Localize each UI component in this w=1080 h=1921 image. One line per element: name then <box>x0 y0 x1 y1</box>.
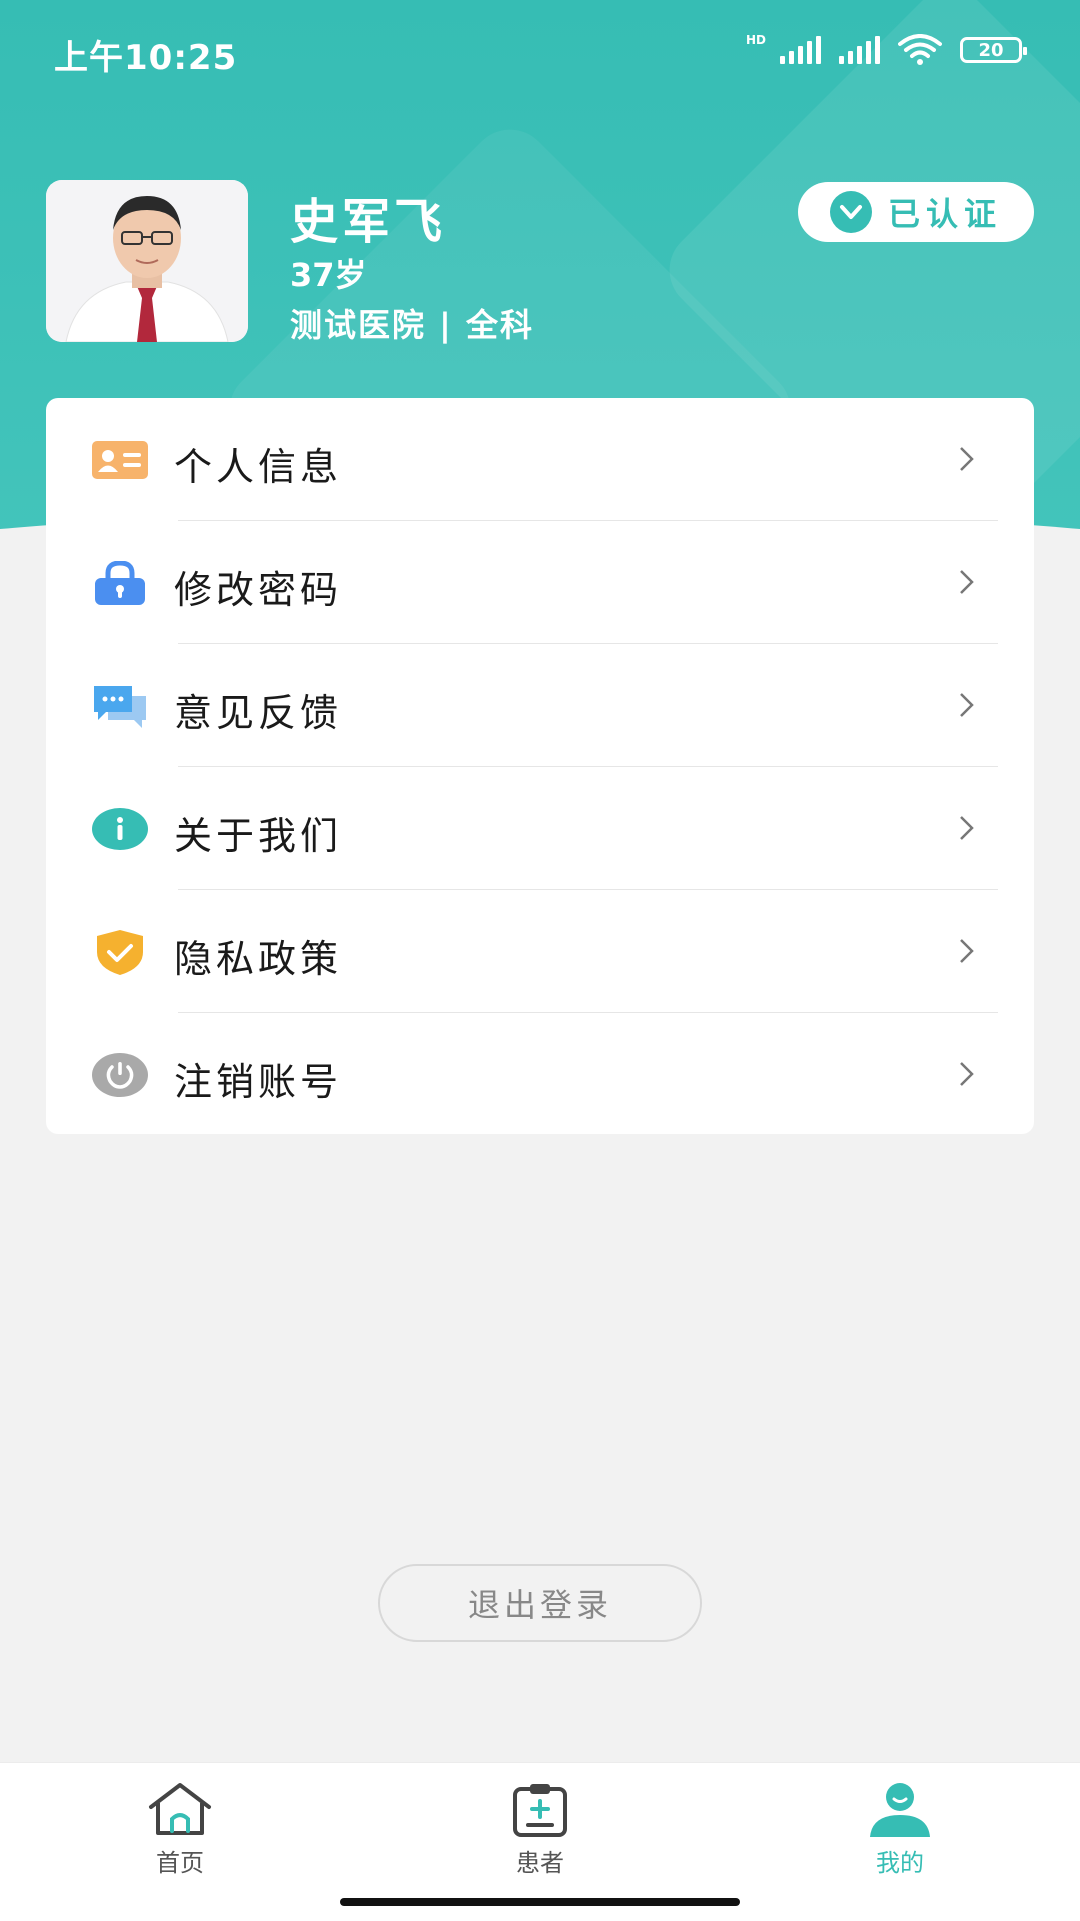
cellular-signal-icon <box>780 36 821 64</box>
logout-button[interactable]: 退出登录 <box>378 1564 702 1642</box>
chevron-right-icon <box>960 816 974 840</box>
menu-item-label: 意见反馈 <box>174 691 343 735</box>
menu-item-personal-info[interactable]: 个人信息 <box>46 398 1034 521</box>
settings-menu: 个人信息 修改密码 意见反馈 关于我们 隐私政策 注销账号 <box>46 398 1034 1134</box>
menu-item-label: 隐私政策 <box>174 937 343 981</box>
tab-mine[interactable]: 我的 <box>830 1781 970 1881</box>
shield-check-icon <box>92 928 148 976</box>
status-bar: 上午10:25 HD 20 <box>0 0 1080 104</box>
clipboard-plus-icon <box>505 1781 575 1837</box>
tab-label: 患者 <box>516 1849 564 1877</box>
home-indicator[interactable] <box>340 1898 740 1906</box>
avatar-photo <box>46 180 248 342</box>
menu-item-label: 修改密码 <box>174 568 343 612</box>
lock-icon <box>92 559 148 607</box>
status-time: 上午10:25 <box>54 38 238 78</box>
doctor-name: 史军飞 <box>290 194 447 250</box>
chevron-right-icon <box>960 939 974 963</box>
status-icons: HD 20 <box>745 33 1027 66</box>
tab-label: 我的 <box>876 1849 924 1877</box>
home-icon <box>145 1781 215 1837</box>
chevron-right-icon <box>960 447 974 471</box>
id-card-icon <box>92 436 148 484</box>
menu-item-delete-account[interactable]: 注销账号 <box>46 1013 1034 1136</box>
user-icon <box>865 1781 935 1837</box>
avatar[interactable] <box>46 180 248 342</box>
tab-label: 首页 <box>156 1849 204 1877</box>
hd-label: HD <box>745 33 766 47</box>
battery-icon: 20 <box>960 37 1027 63</box>
cellular-signal-icon <box>839 36 880 64</box>
battery-level: 20 <box>978 39 1004 61</box>
verified-check-icon <box>829 191 872 233</box>
info-icon <box>92 805 148 853</box>
menu-item-privacy-policy[interactable]: 隐私政策 <box>46 890 1034 1013</box>
menu-item-change-password[interactable]: 修改密码 <box>46 521 1034 644</box>
chevron-right-icon <box>960 693 974 717</box>
chat-icon <box>92 682 148 730</box>
tab-patients[interactable]: 患者 <box>470 1781 610 1881</box>
doctor-hospital-department: 测试医院 | 全科 <box>290 306 534 344</box>
menu-item-about-us[interactable]: 关于我们 <box>46 767 1034 890</box>
menu-item-label: 个人信息 <box>174 445 343 489</box>
doctor-age: 37岁 <box>290 256 367 294</box>
menu-item-label: 关于我们 <box>174 814 343 858</box>
power-icon <box>92 1051 148 1099</box>
wifi-icon <box>898 34 942 65</box>
menu-item-label: 注销账号 <box>174 1060 343 1104</box>
chevron-right-icon <box>960 1062 974 1086</box>
chevron-right-icon <box>960 570 974 594</box>
verified-label: 已认证 <box>887 195 1002 233</box>
verified-badge[interactable]: 已认证 <box>798 182 1034 242</box>
menu-item-feedback[interactable]: 意见反馈 <box>46 644 1034 767</box>
tab-home[interactable]: 首页 <box>110 1781 250 1881</box>
